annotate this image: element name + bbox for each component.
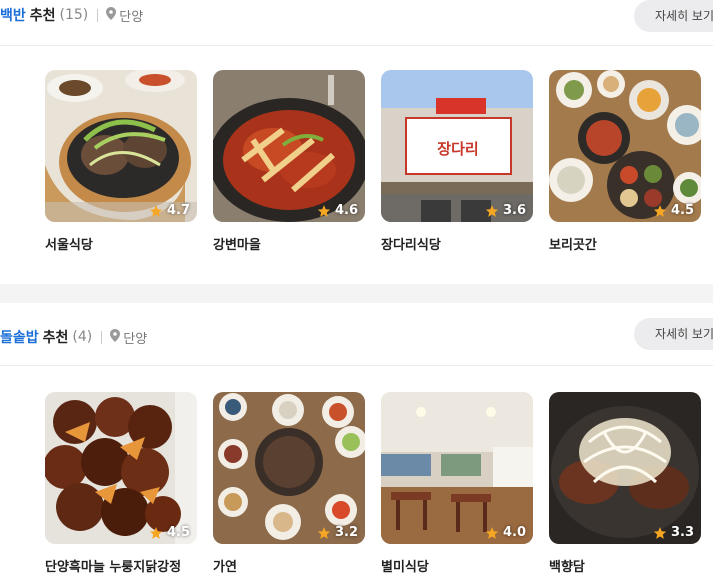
restaurant-thumbnail[interactable]: 4.0 [381,392,533,544]
section-title: 돌솥밥 추천 (4) 단양 [0,327,147,347]
star-icon [149,526,163,539]
rating-value: 3.2 [334,525,358,540]
section-title-rest: 추천 [42,330,69,346]
restaurant-card[interactable]: 4.6 강변마을 [213,70,365,253]
star-icon [485,204,499,217]
food-photo [549,392,701,544]
star-icon [317,204,331,217]
restaurant-name[interactable]: 장다리식당 [381,234,441,253]
section-count: (4) [72,329,93,345]
section-count: (15) [59,7,89,23]
restaurant-name[interactable]: 가연 [213,556,237,575]
rating-badge: 3.3 [653,525,694,540]
restaurant-card[interactable]: 3.2 가연 [213,392,365,575]
rating-badge: 4.5 [149,525,190,540]
food-photo [549,70,701,222]
restaurant-name[interactable]: 단양흑마늘 누룽지닭강정 [45,556,181,575]
restaurant-thumbnail[interactable]: 3.3 [549,392,701,544]
rating-value: 4.6 [334,203,358,218]
divider [101,330,103,344]
section-title-rest: 추천 [29,8,56,24]
restaurant-card[interactable]: 4.5 단양흑마늘 누룽지닭강정 [45,392,197,575]
rating-value: 4.0 [502,525,526,540]
section-header: 백반 추천 (15) 단양 자세히 보기 [0,0,713,46]
restaurant-card[interactable]: 4.5 보리곳간 [549,70,701,253]
sign-text: 장다리 [437,140,478,158]
divider [97,8,99,22]
rating-badge: 4.0 [485,525,526,540]
more-button[interactable]: 자세히 보기 [634,318,713,350]
restaurant-card[interactable]: 4.0 별미식당 [381,392,533,575]
rating-value: 3.3 [670,525,694,540]
restaurant-thumbnail[interactable]: 4.5 [45,392,197,544]
star-icon [653,526,667,539]
section-location: 단양 [119,9,144,25]
section-keyword: 돌솥밥 [0,330,39,346]
rating-value: 4.7 [166,203,190,218]
rating-badge: 4.7 [149,203,190,218]
section-title: 백반 추천 (15) 단양 [0,5,143,25]
star-icon [317,526,331,539]
rating-badge: 3.6 [485,203,526,218]
rating-badge: 4.5 [653,203,694,218]
section-header: 돌솥밥 추천 (4) 단양 자세히 보기 [0,303,713,366]
more-button[interactable]: 자세히 보기 [634,0,713,32]
restaurant-card[interactable]: 4.7 서울식당 [45,70,197,253]
restaurant-thumbnail[interactable]: 3.2 [213,392,365,544]
map-pin-icon [110,328,121,346]
restaurant-card[interactable]: 장다리 3.6 장다리식당 [381,70,533,253]
rating-value: 4.5 [670,203,694,218]
restaurant-name[interactable]: 서울식당 [45,234,93,253]
rating-badge: 3.2 [317,525,358,540]
restaurant-thumbnail[interactable]: 4.7 [45,70,197,222]
restaurant-name[interactable]: 백향담 [549,556,585,575]
restaurant-name[interactable]: 강변마을 [213,234,261,253]
star-icon [485,526,499,539]
recommend-section-baekban: 백반 추천 (15) 단양 자세히 보기 4.7 서울식당 4.6 강변마을 장… [0,0,713,284]
rating-value: 3.6 [502,203,526,218]
food-photo [45,70,197,222]
rating-badge: 4.6 [317,203,358,218]
restaurant-thumbnail[interactable]: 4.5 [549,70,701,222]
star-icon [653,204,667,217]
map-pin-icon [106,6,117,24]
section-keyword: 백반 [0,8,26,24]
star-icon [149,204,163,217]
restaurant-thumbnail[interactable]: 장다리 3.6 [381,70,533,222]
restaurant-card[interactable]: 3.3 백향담 [549,392,701,575]
rating-value: 4.5 [166,525,190,540]
food-photo [213,70,365,222]
restaurant-name[interactable]: 보리곳간 [549,234,597,253]
building-photo: 장다리 [381,70,533,222]
recommend-section-dolsotbap: 돌솥밥 추천 (4) 단양 자세히 보기 4.5 단양흑마늘 누룽지닭강정 3.… [0,303,713,588]
food-photo [213,392,365,544]
section-location: 단양 [123,331,148,347]
restaurant-thumbnail[interactable]: 4.6 [213,70,365,222]
food-photo [45,392,197,544]
interior-photo [381,392,533,544]
restaurant-name[interactable]: 별미식당 [381,556,429,575]
